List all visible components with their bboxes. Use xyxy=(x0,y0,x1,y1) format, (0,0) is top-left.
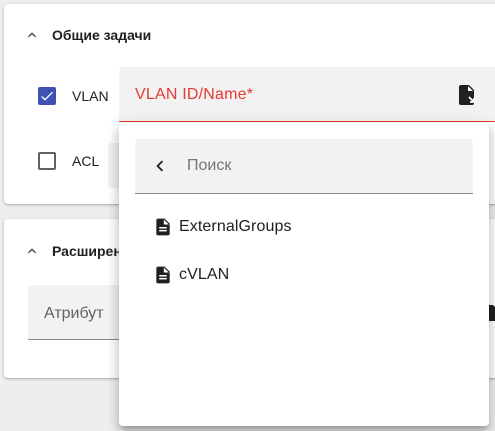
acl-checkbox-label: ACL xyxy=(72,153,100,169)
document-icon xyxy=(153,265,173,285)
general-tasks-title: Общие задачи xyxy=(52,27,152,43)
advanced-header[interactable]: Расширен xyxy=(24,243,122,259)
search-box[interactable] xyxy=(135,139,473,194)
list-item-cvlan[interactable]: cVLAN xyxy=(119,251,489,299)
attribute-field[interactable]: Атрибут xyxy=(28,285,128,340)
document-icon xyxy=(153,217,173,237)
general-tasks-header[interactable]: Общие задачи xyxy=(24,27,151,43)
acl-checkbox-row[interactable]: ACL xyxy=(38,152,99,170)
search-input[interactable] xyxy=(187,153,457,179)
attribute-label: Атрибут xyxy=(44,305,104,322)
vlan-checkbox-row[interactable]: VLAN xyxy=(38,87,109,105)
list-item-label: cVLAN xyxy=(179,266,230,283)
file-browse-icon[interactable] xyxy=(455,83,479,107)
chevron-up-icon[interactable] xyxy=(24,243,40,259)
chevron-left-icon[interactable] xyxy=(149,155,171,177)
list-item-externalgroups[interactable]: ExternalGroups xyxy=(119,203,489,251)
vlan-id-name-field[interactable]: VLAN ID/Name* xyxy=(119,67,495,122)
advanced-title: Расширен xyxy=(52,243,122,259)
vlan-checkbox-label: VLAN xyxy=(72,88,109,104)
vlan-dropdown-panel: ExternalGroups cVLAN xyxy=(119,123,489,426)
acl-checkbox[interactable] xyxy=(38,152,56,170)
vlan-id-name-label: VLAN ID/Name* xyxy=(135,86,254,103)
vlan-checkbox[interactable] xyxy=(38,87,56,105)
chevron-up-icon[interactable] xyxy=(24,27,40,43)
list-item-label: ExternalGroups xyxy=(179,218,292,235)
